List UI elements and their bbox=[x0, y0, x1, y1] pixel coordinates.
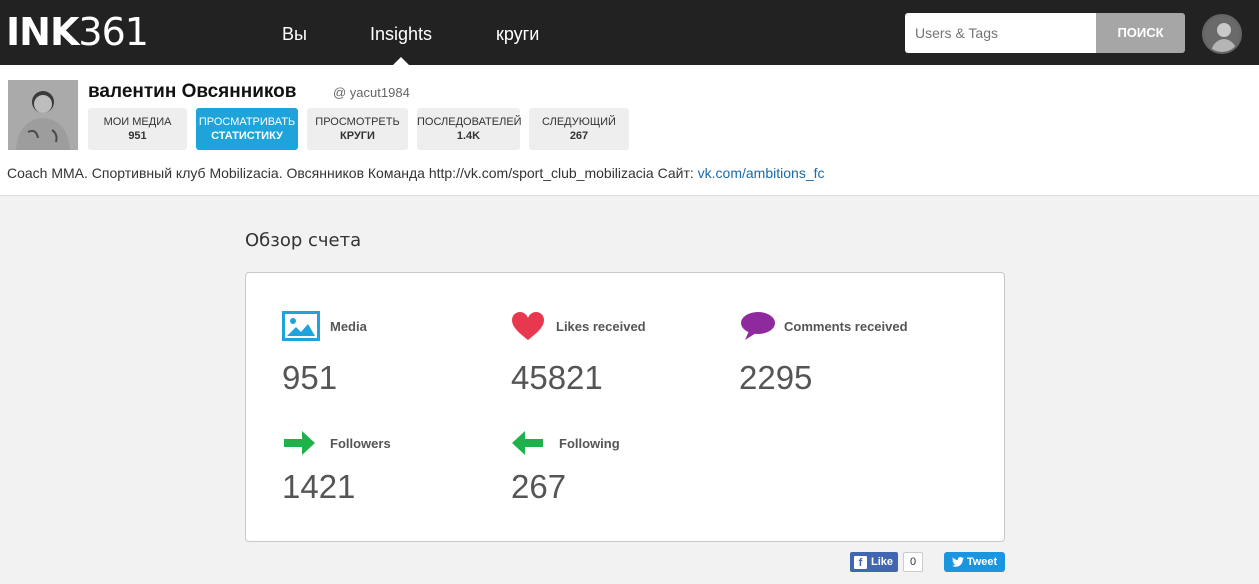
facebook-like-label: Like bbox=[871, 556, 894, 568]
followers-button[interactable]: ПОСЛЕДОВАТЕЛЕЙ 1.4K bbox=[417, 108, 522, 150]
following-button[interactable]: СЛЕДУЮЩИЙ 267 bbox=[529, 108, 629, 150]
ink361-logo[interactable]: INK361 bbox=[6, 10, 149, 54]
nav-circles[interactable]: круги bbox=[496, 22, 539, 46]
facebook-icon: f bbox=[854, 555, 867, 569]
nav-you[interactable]: Вы bbox=[282, 22, 307, 46]
following-button-count: 267 bbox=[569, 130, 589, 142]
image-icon bbox=[282, 311, 320, 341]
account-overview-title: Обзор счета bbox=[245, 230, 362, 251]
view-stats-label: ПРОСМАТРИВАТЬ bbox=[198, 116, 296, 128]
profile-name: валентин Овсянников bbox=[88, 81, 297, 102]
profile-bio: Coach MMA. Спортивный клуб Mobilizacia. … bbox=[7, 164, 825, 182]
logo-light-text: 361 bbox=[78, 10, 149, 54]
search-button[interactable]: ПОИСК bbox=[1096, 13, 1185, 53]
view-stats-button[interactable]: ПРОСМАТРИВАТЬ СТАТИСТИКУ bbox=[196, 108, 298, 150]
logo-bold-text: INK bbox=[6, 10, 79, 54]
likes-value: 45821 bbox=[511, 359, 603, 396]
bio-website-link[interactable]: vk.com/ambitions_fc bbox=[698, 165, 825, 181]
comments-value: 2295 bbox=[739, 359, 813, 396]
comments-label: Comments received bbox=[784, 319, 908, 334]
view-circles-label: ПРОСМОТРЕТЬ bbox=[315, 116, 400, 128]
facebook-like-widget: f Like 0 bbox=[850, 552, 924, 572]
following-button-label: СЛЕДУЮЩИЙ bbox=[542, 116, 616, 128]
arrow-left-icon bbox=[512, 431, 543, 455]
tweet-label: Tweet bbox=[966, 556, 998, 568]
media-value: 951 bbox=[282, 359, 338, 396]
avatar-person-icon bbox=[1204, 16, 1240, 52]
profile-person-icon bbox=[8, 80, 78, 150]
profile-header: валентин Овсянников @ yacut1984 МОИ МЕДИ… bbox=[0, 65, 1259, 196]
bio-text: Coach MMA. Спортивный клуб Mobilizacia. … bbox=[7, 165, 698, 181]
tweet-button[interactable]: Tweet bbox=[944, 552, 1005, 572]
facebook-like-count: 0 bbox=[903, 552, 924, 572]
following-value: 267 bbox=[511, 468, 567, 505]
followers-button-count: 1.4K bbox=[456, 130, 481, 142]
heart-icon bbox=[512, 312, 544, 340]
arrow-right-icon bbox=[284, 431, 315, 455]
view-stats-value: СТАТИСТИКУ bbox=[211, 130, 283, 142]
view-circles-button[interactable]: ПРОСМОТРЕТЬ КРУГИ bbox=[307, 108, 408, 150]
my-media-button[interactable]: МОИ МЕДИА 951 bbox=[88, 108, 187, 150]
twitter-bird-icon bbox=[951, 557, 964, 567]
search-input[interactable] bbox=[905, 13, 1096, 53]
profile-handle: @ yacut1984 bbox=[333, 85, 410, 100]
nav-insights[interactable]: Insights bbox=[370, 22, 432, 46]
followers-button-label: ПОСЛЕДОВАТЕЛЕЙ bbox=[417, 116, 522, 128]
active-nav-caret bbox=[393, 57, 409, 65]
view-circles-value: КРУГИ bbox=[340, 130, 375, 142]
my-media-count: 951 bbox=[128, 130, 147, 142]
followers-value: 1421 bbox=[282, 468, 356, 505]
user-avatar[interactable] bbox=[1202, 14, 1242, 54]
speech-bubble-icon bbox=[741, 312, 775, 340]
account-overview-card: Media 951 Likes received 45821 Comments … bbox=[245, 272, 1005, 542]
top-navigation-bar: INK361 Вы Insights круги ПОИСК bbox=[0, 0, 1259, 65]
media-label: Media bbox=[330, 319, 367, 334]
my-media-label: МОИ МЕДИА bbox=[103, 116, 172, 128]
profile-photo[interactable] bbox=[8, 80, 78, 150]
following-label: Following bbox=[559, 436, 620, 451]
likes-label: Likes received bbox=[556, 319, 646, 334]
facebook-like-button[interactable]: f Like bbox=[850, 552, 899, 572]
followers-label: Followers bbox=[330, 436, 391, 451]
